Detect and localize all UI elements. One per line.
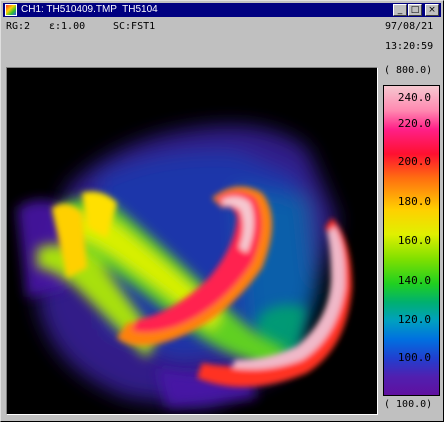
thermal-image[interactable] xyxy=(6,67,378,415)
colorbar-label: 220.0 xyxy=(397,117,431,130)
colorbar-label: 200.0 xyxy=(397,155,431,168)
colorbar-label: 180.0 xyxy=(397,195,431,208)
capture-date: 97/08/21 xyxy=(385,21,434,32)
app-icon[interactable] xyxy=(5,4,17,16)
thermal-image-graphic xyxy=(17,125,352,408)
colorbar-label: 120.0 xyxy=(397,313,431,326)
minimize-button[interactable]: _ xyxy=(393,4,407,16)
emissivity-indicator: ε:1.00 xyxy=(49,21,86,32)
scale-indicator: SC:FST1 xyxy=(113,21,156,32)
colorbar-label: 240.0 xyxy=(397,91,431,104)
title-bar[interactable]: CH1: TH510409.TMP TH5104 _ □ × xyxy=(3,3,441,17)
scale-max: ( 800.0) xyxy=(384,65,433,76)
window-title: CH1: TH510409.TMP TH5104 xyxy=(21,4,158,15)
colorbar-label: 140.0 xyxy=(397,274,431,287)
range-indicator: RG:2 xyxy=(6,21,31,32)
color-scale-bar: 240.0 220.0 200.0 180.0 160.0 140.0 120.… xyxy=(383,85,440,396)
colorbar-label: 100.0 xyxy=(397,351,431,364)
capture-time: 13:20:59 xyxy=(385,41,434,52)
thermal-viewer-window: CH1: TH510409.TMP TH5104 _ □ × RG:2 ε:1.… xyxy=(0,0,444,422)
maximize-button[interactable]: □ xyxy=(408,4,422,16)
close-button[interactable]: × xyxy=(425,4,439,16)
colorbar-label: 160.0 xyxy=(397,234,431,247)
scale-min: ( 100.0) xyxy=(384,399,433,410)
